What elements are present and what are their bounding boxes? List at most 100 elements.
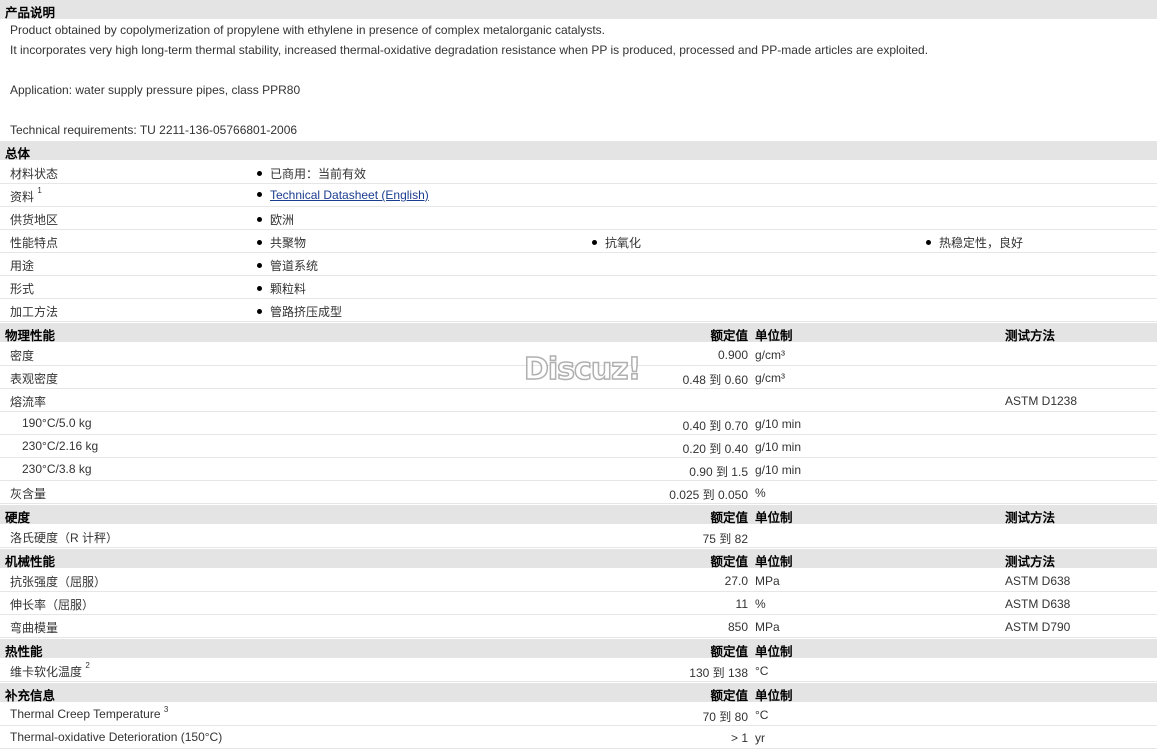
general-row: 加工方法 管路挤压成型 <box>0 299 1157 322</box>
column-header-value: 额定值 <box>710 555 748 569</box>
property-label-text: 熔流率 <box>10 395 47 409</box>
bullet-item: 管路挤压成型 <box>257 303 342 320</box>
general-table: 材料状态 已商用：当前有效资料 1 Technical Datasheet (Eng… <box>0 161 1157 322</box>
property-label: 洛氏硬度（R 计秤） <box>10 529 118 546</box>
property-label-text: 伸长率（屈服） <box>10 598 95 612</box>
bullet-dot-icon <box>257 309 262 314</box>
general-row: 性能特点 共聚物 抗氧化 热稳定性，良好 <box>0 230 1157 253</box>
description-line: Application: water supply pressure pipes… <box>10 83 301 97</box>
bullet-text: 抗氧化 <box>605 236 642 250</box>
row-label-text: 材料状态 <box>10 167 59 181</box>
property-label-text: 230°C/3.8 kg <box>22 462 92 476</box>
column-header-unit: 单位制 <box>755 555 793 569</box>
general-row: 用途 管道系统 <box>0 253 1157 276</box>
property-label: 抗张强度（屈服） <box>10 573 106 590</box>
bullet-text: 欧洲 <box>270 213 295 227</box>
property-label-text: Thermal-oxidative Deterioration (150°C) <box>10 730 223 744</box>
footnote-marker: 1 <box>37 186 42 195</box>
property-test-method: ASTM D638 <box>1005 597 1071 611</box>
property-label-text: Thermal Creep Temperature <box>10 707 161 721</box>
property-unit: % <box>755 486 766 500</box>
property-label: Thermal Creep Temperature 3 <box>10 705 169 721</box>
bullet-item[interactable]: Technical Datasheet (English) <box>257 188 429 202</box>
property-label: 灰含量 <box>10 485 46 502</box>
description-line: Technical requirements: TU 2211-136-0576… <box>10 123 298 137</box>
property-unit: g/cm³ <box>755 348 785 362</box>
property-label: 230°C/3.8 kg <box>22 462 92 476</box>
property-label-text: 230°C/2.16 kg <box>22 439 99 453</box>
bullet-dot-icon <box>257 263 262 268</box>
bullet-item: 已商用：当前有效 <box>257 165 366 182</box>
property-row: 230°C/2.16 kg 0.20 到 0.40 g/10 min <box>0 435 1157 458</box>
property-unit: yr <box>755 731 765 745</box>
section-header-hardness: 硬度 额定值 单位制 测试方法 <box>0 504 1157 525</box>
supplemental-table: Thermal Creep Temperature 3 70 到 80 °C Ther… <box>0 703 1157 749</box>
property-row: 伸长率（屈服） 11% ASTM D638 <box>0 592 1157 615</box>
property-label-text: 弯曲模量 <box>10 621 59 635</box>
property-label: 190°C/5.0 kg <box>22 416 92 430</box>
bullet-text: 共聚物 <box>270 236 307 250</box>
bullet-dot-icon <box>257 217 262 222</box>
property-value: 130 到 138 <box>689 666 748 680</box>
property-row: Thermal-oxidative Deterioration (150°C) >… <box>0 726 1157 749</box>
property-label: 密度 <box>10 347 34 364</box>
section-header-general: 总体 <box>0 140 1157 161</box>
bullet-dot-icon <box>592 240 597 245</box>
property-label: 弯曲模量 <box>10 619 58 636</box>
section-header-mechanical: 机械性能 额定值 单位制 测试方法 <box>0 548 1157 569</box>
property-row: 230°C/3.8 kg 0.90 到 1.5 g/10 min <box>0 458 1157 481</box>
property-row: 洛氏硬度（R 计秤） 75 到 82 <box>0 525 1157 548</box>
watermark-logo: Discuz! <box>523 351 642 388</box>
property-unit: g/10 min <box>755 440 802 454</box>
general-row: 资料 1 Technical Datasheet (English) <box>0 184 1157 207</box>
row-label-text: 加工方法 <box>10 305 59 319</box>
mechanical-table: 抗张强度（屈服） 27.0 MPa ASTM D638 伸长率（屈服） 11% ASTM D… <box>0 569 1157 638</box>
column-header-unit: 单位制 <box>755 329 793 343</box>
row-label: 加工方法 <box>10 303 58 320</box>
bullet-item: 抗氧化 <box>592 234 641 251</box>
property-test-method: ASTM D638 <box>1005 574 1071 588</box>
property-unit: % <box>755 597 766 611</box>
property-label: Thermal-oxidative Deterioration (150°C) <box>10 730 222 744</box>
bullet-item: 欧洲 <box>257 211 294 228</box>
row-label: 形式 <box>10 280 34 297</box>
row-label: 材料状态 <box>10 165 58 182</box>
bullet-dot-icon <box>257 286 262 291</box>
column-header-value: 额定值 <box>710 689 748 703</box>
property-value: 0.900 <box>717 348 748 362</box>
row-label-text: 性能特点 <box>10 236 59 250</box>
row-label: 用途 <box>10 257 34 274</box>
datasheet-link[interactable]: Technical Datasheet (English) <box>270 188 429 202</box>
section-title: 总体 <box>5 147 31 161</box>
column-header-test-method: 测试方法 <box>1005 511 1056 525</box>
property-unit: °C <box>755 708 769 722</box>
property-label-text: 抗张强度（屈服） <box>10 575 107 589</box>
bullet-dot-icon <box>257 240 262 245</box>
property-value: > 1 <box>730 731 748 745</box>
row-label-text: 资料 <box>10 190 35 204</box>
bullet-text: 颗粒料 <box>270 282 307 296</box>
property-label: 230°C/2.16 kg <box>22 439 98 453</box>
property-label-text: 密度 <box>10 349 35 363</box>
general-row: 形式 颗粒料 <box>0 276 1157 299</box>
property-unit: MPa <box>755 574 780 588</box>
thermal-table: 维卡软化温度 2 130 到 138 °C <box>0 659 1157 682</box>
description-line: It incorporates very high long-term ther… <box>10 43 929 57</box>
property-label: 伸长率（屈服） <box>10 596 94 613</box>
property-value: 0.025 到 0.050 <box>669 488 748 502</box>
footnote-marker: 2 <box>85 661 90 670</box>
bullet-text: 管道系统 <box>270 259 319 273</box>
column-header-value: 额定值 <box>710 329 748 343</box>
bullet-dot-icon <box>257 192 262 197</box>
section-title: 硬度 <box>5 511 31 525</box>
row-label: 资料 1 <box>10 186 42 205</box>
column-header-unit: 单位制 <box>755 511 793 525</box>
property-label-text: 190°C/5.0 kg <box>22 416 92 430</box>
property-value: 11 <box>735 597 748 611</box>
description-block: Product obtained by copolymerization of … <box>0 20 1157 140</box>
property-label: 表观密度 <box>10 370 58 387</box>
property-test-method: ASTM D1238 <box>1005 394 1078 408</box>
footnote-marker: 3 <box>163 705 169 714</box>
property-row: 弯曲模量 850 MPa ASTM D790 <box>0 615 1157 638</box>
property-value: 0.20 到 0.40 <box>682 442 748 456</box>
